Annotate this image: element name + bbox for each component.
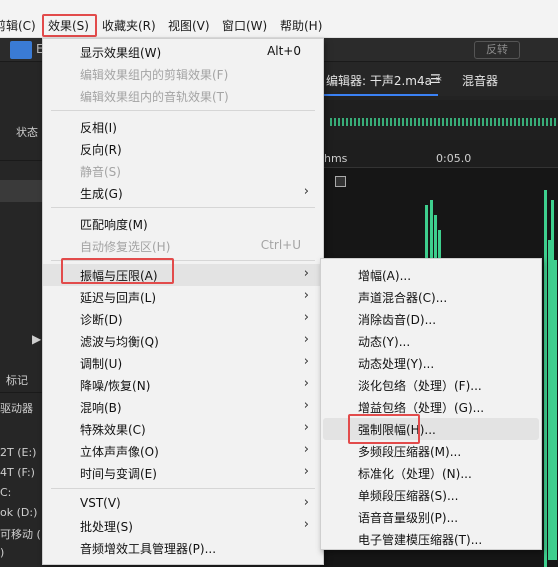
timeline-start-label: hms bbox=[324, 152, 348, 165]
overview-waveform bbox=[330, 118, 558, 126]
effects-menu-highlight bbox=[42, 14, 97, 37]
menu-item-vst[interactable]: VST(V) › bbox=[43, 493, 323, 515]
chevron-right-icon: › bbox=[303, 184, 309, 199]
amplitude-item-highlight bbox=[61, 258, 174, 284]
drive-c[interactable]: C: bbox=[0, 486, 11, 499]
effects-menu: 显示效果组(W) Alt+0 编辑效果组内的剪辑效果(F) 编辑效果组内的音轨效… bbox=[42, 38, 324, 565]
menu-item-invert[interactable]: 反相(I) bbox=[43, 116, 323, 138]
menu-item-plugin-manager[interactable]: 音频增效工具管理器(P)... bbox=[43, 537, 323, 559]
drive-removable-cont: ) bbox=[0, 546, 5, 559]
menu-item-reverb[interactable]: 混响(B) › bbox=[43, 396, 323, 418]
active-tab-indicator bbox=[324, 94, 438, 96]
menu-item-reverse[interactable]: 反向(R) bbox=[43, 138, 323, 160]
status-column-header: 状态 bbox=[16, 126, 38, 139]
menu-separator bbox=[51, 110, 315, 111]
submenu-item-tube-compressor[interactable]: 电子管建模压缩器(T)... bbox=[323, 528, 539, 550]
menu-item-match-loudness[interactable]: 匹配响度(M) bbox=[43, 213, 323, 235]
menu-item-stereo-imagery[interactable]: 立体声声像(O) › bbox=[43, 440, 323, 462]
submenu-item-fade-envelope[interactable]: 淡化包络（处理）(F)... bbox=[323, 374, 539, 396]
drive-e[interactable]: 2T (E:) bbox=[0, 446, 36, 459]
menu-separator bbox=[51, 488, 315, 489]
menu-item-time-pitch[interactable]: 时间与变调(E) › bbox=[43, 462, 323, 484]
amplitude-submenu: 增幅(A)... 声道混合器(C)... 消除齿音(D)... 动态(Y)...… bbox=[320, 258, 542, 550]
files-panel: 状态 ▶ 标记 驱动器 2T (E:) 4T (F:) C: ok (D:) 可… bbox=[0, 62, 42, 567]
menu-item-filter-eq[interactable]: 滤波与均衡(Q) › bbox=[43, 330, 323, 352]
file-row-selected[interactable] bbox=[0, 180, 42, 202]
drive-d[interactable]: ok (D:) bbox=[0, 506, 37, 519]
submenu-item-speech-volume-leveler[interactable]: 语音音量级别(P)... bbox=[323, 506, 539, 528]
menu-item-edit-track-effects[interactable]: 编辑效果组内的音轨效果(T) bbox=[43, 85, 323, 107]
chevron-right-icon: › bbox=[303, 266, 309, 281]
timeline-mark-label: 0:05.0 bbox=[436, 152, 472, 165]
play-icon[interactable]: ▶ bbox=[32, 332, 41, 346]
reverse-button[interactable]: 反转 bbox=[474, 41, 520, 59]
hamburger-icon[interactable]: ☰ bbox=[430, 72, 441, 86]
menu-view[interactable]: 视图(V) bbox=[168, 16, 210, 36]
menu-item-generate[interactable]: 生成(G) › bbox=[43, 182, 323, 204]
chevron-right-icon: › bbox=[303, 376, 309, 391]
chevron-right-icon: › bbox=[303, 517, 309, 532]
tab-editor[interactable]: 编辑器: 干声2.m4a * bbox=[326, 72, 442, 89]
drive-f[interactable]: 4T (F:) bbox=[0, 466, 35, 479]
hard-limiter-highlight bbox=[348, 414, 420, 444]
submenu-item-single-band-compressor[interactable]: 单频段压缩器(S)... bbox=[323, 484, 539, 506]
menu-item-diagnostics[interactable]: 诊断(D) › bbox=[43, 308, 323, 330]
chevron-right-icon: › bbox=[303, 442, 309, 457]
menu-item-delay-echo[interactable]: 延迟与回声(L) › bbox=[43, 286, 323, 308]
menu-item-silence[interactable]: 静音(S) bbox=[43, 160, 323, 182]
menu-item-show-effects-rack[interactable]: 显示效果组(W) Alt+0 bbox=[43, 41, 323, 63]
menu-window[interactable]: 窗口(W) bbox=[222, 16, 267, 36]
menu-item-special[interactable]: 特殊效果(C) › bbox=[43, 418, 323, 440]
chevron-right-icon: › bbox=[303, 420, 309, 435]
chevron-right-icon: › bbox=[303, 288, 309, 303]
panel-divider bbox=[0, 160, 42, 161]
submenu-item-dynamics-processing[interactable]: 动态处理(Y)... bbox=[323, 352, 539, 374]
waveform-view-icon[interactable] bbox=[10, 41, 32, 59]
menu-item-edit-clip-effects[interactable]: 编辑效果组内的剪辑效果(F) bbox=[43, 63, 323, 85]
chevron-right-icon: › bbox=[303, 464, 309, 479]
waveform-spike bbox=[554, 260, 557, 560]
menu-item-batch[interactable]: 批处理(S) › bbox=[43, 515, 323, 537]
menu-item-auto-heal[interactable]: 自动修复选区(H) Ctrl+U bbox=[43, 235, 323, 257]
submenu-item-normalize[interactable]: 标准化（处理）(N)... bbox=[323, 462, 539, 484]
menu-item-modulation[interactable]: 调制(U) › bbox=[43, 352, 323, 374]
menu-clip[interactable]: 剪辑(C) bbox=[0, 16, 36, 36]
submenu-item-channel-mixer[interactable]: 声道混合器(C)... bbox=[323, 286, 539, 308]
submenu-item-deesser[interactable]: 消除齿音(D)... bbox=[323, 308, 539, 330]
menu-item-noise-reduction[interactable]: 降噪/恢复(N) › bbox=[43, 374, 323, 396]
menu-separator bbox=[51, 207, 315, 208]
drives-label: 驱动器 bbox=[0, 402, 33, 415]
menu-favorites[interactable]: 收藏夹(R) bbox=[102, 16, 156, 36]
submenu-item-dynamics[interactable]: 动态(Y)... bbox=[323, 330, 539, 352]
panel-divider bbox=[0, 392, 42, 393]
markers-tab[interactable]: 标记 bbox=[6, 372, 28, 388]
marker-toggle-icon[interactable] bbox=[335, 176, 346, 187]
chevron-right-icon: › bbox=[303, 398, 309, 413]
waveform-spike bbox=[544, 190, 547, 567]
chevron-right-icon: › bbox=[303, 495, 309, 510]
menu-help[interactable]: 帮助(H) bbox=[280, 16, 322, 36]
chevron-right-icon: › bbox=[303, 310, 309, 325]
drive-removable[interactable]: 可移动 ( bbox=[0, 526, 41, 542]
chevron-right-icon: › bbox=[303, 354, 309, 369]
chevron-right-icon: › bbox=[303, 332, 309, 347]
tab-mixer[interactable]: 混音器 bbox=[462, 72, 498, 89]
submenu-item-amplify[interactable]: 增幅(A)... bbox=[323, 264, 539, 286]
